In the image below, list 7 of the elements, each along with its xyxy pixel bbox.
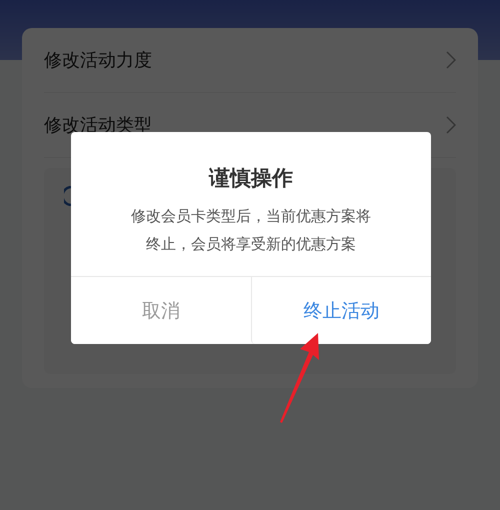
chevron-right-icon — [446, 51, 456, 69]
menu-row[interactable]: 修改活动力度 — [44, 28, 456, 93]
dialog-message: 修改会员卡类型后，当前优惠方案将终止，会员将享受新的优惠方案 — [130, 206, 372, 255]
dialog-title: 谨慎操作 — [208, 165, 294, 192]
menu-label: 修改活动力度 — [44, 49, 152, 72]
chevron-right-icon — [446, 116, 456, 134]
confirm-button[interactable]: 终止活动 — [250, 277, 431, 344]
